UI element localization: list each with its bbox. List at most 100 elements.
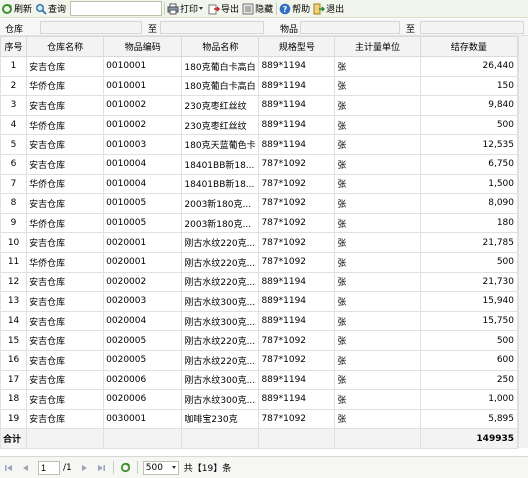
cell-spec: 889*1194 [258,56,336,77]
cell-balance: 1,500 [419,173,519,195]
cell-item-name: 2003新180克... [181,193,260,214]
table-row[interactable]: 9 华侨仓库 0010005 2003新180克... 787*1092 张 180 [0,212,519,234]
cell-warehouse: 安吉仓库 [26,153,105,175]
cell-item-code: 0020001 [103,251,183,273]
cell-index: 8 [0,193,28,214]
cell-balance: 250 [419,369,519,391]
cell-spec: 787*1092 [258,232,336,253]
toolbar: 刷新 查询 打印 导出 隐藏 ? 帮助 退出 [0,0,528,18]
query-button[interactable]: 查询 [34,1,68,17]
cell-item-name: 230克枣红丝纹 [181,114,260,136]
item-from-field[interactable] [300,21,400,34]
cell-unit: 张 [334,408,421,430]
table-row[interactable]: 11 华侨仓库 0020001 刚古水纹220克... 787*1092 张 500 [0,251,519,273]
prev-page-button[interactable] [19,462,32,474]
hide-button[interactable]: 隐藏 [241,1,275,17]
cell-unit: 张 [334,75,421,97]
cell-warehouse: 安吉仓库 [26,369,105,391]
column-header-item-name[interactable]: 物品名称 [181,36,260,57]
cell-item-name: 刚古水纹220克... [181,349,260,371]
column-header-index[interactable]: 序号 [0,36,28,57]
table-row[interactable]: 3 安吉仓库 0010002 230克枣红丝纹 889*1194 张 9,840 [0,95,519,116]
cell-unit: 张 [334,193,421,214]
cell-spec: 889*1194 [258,114,336,136]
query-input[interactable] [70,1,163,16]
cell-index: 2 [0,75,28,97]
first-page-button[interactable] [2,462,15,474]
table-row[interactable]: 8 安吉仓库 0010005 2003新180克... 787*1092 张 8,090 [0,193,519,214]
cell-spec: 787*1092 [258,408,336,430]
cell-index: 11 [0,251,28,273]
warehouse-from-field[interactable] [40,21,142,34]
column-header-unit[interactable]: 主计量单位 [334,36,421,57]
cell-spec: 889*1194 [258,369,336,391]
table-row[interactable]: 6 安吉仓库 0010004 18401BB新18... 787*1092 张 6,750 [0,153,519,175]
table-row[interactable]: 16 安吉仓库 0020005 刚古水纹220克... 787*1092 张 600 [0,349,519,371]
table-row[interactable]: 7 华侨仓库 0010004 18401BB新18... 787*1092 张 1,500 [0,173,519,195]
cell-spec: 889*1194 [258,95,336,116]
table-row[interactable]: 2 华侨仓库 0010001 180克葡白卡高白 889*1194 张 150 [0,75,519,97]
inventory-grid: 序号 仓库名称 物品编码 物品名称 规格型号 主计量单位 结存数量 1 安吉仓库 0… [0,36,519,450]
cell-item-code: 0020006 [103,369,183,391]
cell-balance: 180 [419,212,519,234]
chevron-down-icon[interactable] [199,7,204,10]
vertical-scrollbar[interactable] [518,36,528,448]
table-row[interactable]: 15 安吉仓库 0020005 刚古水纹220克... 787*1092 张 500 [0,330,519,351]
cell-balance: 21,785 [419,232,519,253]
cell-unit: 张 [334,349,421,371]
cell-unit: 张 [334,330,421,351]
page-number-input[interactable] [38,460,60,475]
table-row[interactable]: 13 安吉仓库 0020003 刚古水纹300克... 889*1194 张 15,940 [0,291,519,312]
refresh-button[interactable]: 刷新 [0,1,34,17]
reload-button[interactable] [119,462,132,474]
exit-icon [313,3,326,15]
cell-item-name: 18401BB新18... [181,153,260,175]
warehouse-to-field[interactable] [160,21,264,34]
table-row[interactable]: 1 安吉仓库 0010001 180克葡白卡高白 889*1194 张 26,440 [0,56,519,77]
cell-item-name: 180克葡白卡高白 [181,75,260,97]
cell-balance: 12,535 [419,134,519,155]
table-row[interactable]: 5 安吉仓库 0010003 180克天蓝葡色卡 889*1194 张 12,535 [0,134,519,155]
cell-unit: 张 [334,212,421,234]
cell-index: 15 [0,330,28,351]
column-header-spec[interactable]: 规格型号 [258,36,336,57]
cell-index: 7 [0,173,28,195]
page-size-select[interactable]: 500 [142,460,179,475]
table-row[interactable]: 18 安吉仓库 0020006 刚古水纹300克... 889*1194 张 1,000 [0,389,519,410]
table-row[interactable]: 12 安吉仓库 0020002 刚古水纹220克... 889*1194 张 21,730 [0,271,519,293]
print-button[interactable]: 打印 [166,1,207,17]
last-page-button[interactable] [95,462,108,474]
table-row[interactable]: 17 安吉仓库 0020006 刚古水纹300克... 889*1194 张 250 [0,369,519,391]
cell-spec: 889*1194 [258,291,336,312]
column-header-warehouse[interactable]: 仓库名称 [26,36,105,57]
export-label: 导出 [221,5,240,15]
cell-unit: 张 [334,271,421,293]
cell-warehouse: 安吉仓库 [26,291,105,312]
exit-button[interactable]: 退出 [312,1,346,17]
cell-spec: 889*1194 [258,134,336,155]
refresh-icon [120,462,130,473]
next-page-button[interactable] [78,462,91,474]
cell-item-code: 0010001 [103,56,183,77]
cell-unit: 张 [334,153,421,175]
cell-unit: 张 [334,56,421,77]
help-button[interactable]: ? 帮助 [278,1,312,17]
table-row[interactable]: 10 安吉仓库 0020001 刚古水纹220克... 787*1092 张 21,785 [0,232,519,253]
item-to-field[interactable] [420,21,524,34]
cell-warehouse: 华侨仓库 [26,75,105,97]
column-header-item-code[interactable]: 物品编码 [103,36,183,57]
cell-index: 19 [0,408,28,430]
page-size-value: 500 [145,462,163,473]
printer-icon [167,3,179,15]
table-row[interactable]: 4 华侨仓库 0010002 230克枣红丝纹 889*1194 张 500 [0,114,519,136]
cell-warehouse: 华侨仓库 [26,114,105,136]
cell-item-code: 0010004 [103,173,183,195]
table-row[interactable]: 14 安吉仓库 0020004 刚古水纹300克... 889*1194 张 15,750 [0,310,519,332]
export-button[interactable]: 导出 [207,1,241,17]
cell-index: 3 [0,95,28,116]
table-row[interactable]: 19 安吉仓库 0030001 咖啡宝230克 787*1092 张 5,895 [0,408,519,430]
cell-spec: 889*1194 [258,389,336,410]
cell-index: 13 [0,291,28,312]
column-header-balance[interactable]: 结存数量 [419,36,519,57]
svg-text:?: ? [283,5,288,14]
